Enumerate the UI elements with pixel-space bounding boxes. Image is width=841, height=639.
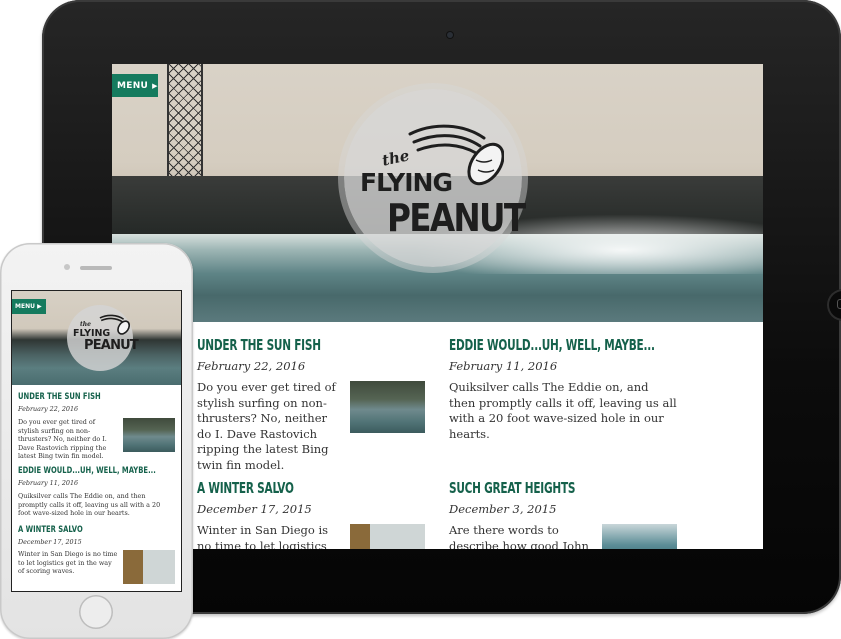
tablet-screen: the FLYING PEANUT MENU ▶ UNDER THE SUN FI…	[112, 64, 763, 549]
post-excerpt: Are there words to describe how good Joh…	[449, 523, 589, 549]
post-title[interactable]: UNDER THE SUN FISH	[197, 336, 378, 354]
logo-peanut-text: PEANUT	[84, 338, 139, 353]
post-excerpt: Quiksilver calls The Eddie on, and then …	[18, 492, 161, 518]
post-date: February 22, 2016	[197, 359, 306, 373]
post-date: February 11, 2016	[449, 359, 558, 373]
phone-device: the FLYING PEANUT MENU ▶ UNDER THE SUN F…	[0, 243, 193, 639]
post-thumbnail[interactable]	[350, 381, 425, 433]
lifeguard-tower-image	[167, 64, 203, 182]
post-thumbnail[interactable]	[602, 524, 677, 549]
post-title[interactable]: EDDIE WOULD...UH, WELL, MAYBE...	[449, 336, 655, 354]
post-thumbnail[interactable]	[123, 418, 175, 452]
post-excerpt: Winter in San Diego is no time to let lo…	[197, 523, 329, 549]
post-card[interactable]: EDDIE WOULD...UH, WELL, MAYBE... Februar…	[18, 466, 178, 517]
post-date: February 22, 2016	[18, 405, 79, 413]
menu-button[interactable]: MENU ▶	[112, 74, 158, 97]
menu-button-label: MENU	[15, 303, 35, 310]
menu-button-label: MENU	[117, 80, 149, 91]
post-excerpt: Do you ever get tired of stylish surfing…	[18, 418, 107, 461]
tablet-camera	[447, 32, 453, 38]
post-excerpt: Winter in San Diego is no time to let lo…	[18, 550, 118, 576]
post-title[interactable]: EDDIE WOULD...UH, WELL, MAYBE...	[18, 466, 156, 476]
post-date: December 3, 2015	[449, 502, 557, 516]
post-title[interactable]: A WINTER SALVO	[18, 525, 146, 535]
hero-image: the FLYING PEANUT MENU ▶	[112, 64, 763, 322]
post-title[interactable]: A WINTER SALVO	[197, 479, 378, 497]
post-thumbnail[interactable]	[123, 550, 175, 584]
menu-button[interactable]: MENU ▶	[12, 299, 46, 314]
post-date: February 11, 2016	[18, 479, 79, 487]
post-card[interactable]: UNDER THE SUN FISH February 22, 2016 Do …	[197, 336, 429, 472]
post-excerpt: Quiksilver calls The Eddie on, and then …	[449, 380, 677, 441]
post-title[interactable]: SUCH GREAT HEIGHTS	[449, 479, 630, 497]
post-date: December 17, 2015	[18, 538, 82, 546]
logo-peanut-text: PEANUT	[387, 196, 526, 240]
post-date: December 17, 2015	[197, 502, 312, 516]
post-card[interactable]: SUCH GREAT HEIGHTS December 3, 2015 Are …	[449, 479, 681, 549]
tablet-home-button[interactable]	[827, 289, 841, 321]
post-thumbnail[interactable]	[350, 524, 425, 549]
phone-home-button[interactable]	[79, 595, 113, 629]
post-card[interactable]: A WINTER SALVO December 17, 2015 Winter …	[18, 525, 178, 584]
logo-the-text: the	[80, 321, 91, 328]
post-card[interactable]: UNDER THE SUN FISH February 22, 2016 Do …	[18, 392, 178, 460]
phone-camera	[64, 264, 70, 270]
post-excerpt: Do you ever get tired of stylish surfing…	[197, 380, 336, 472]
post-title[interactable]: UNDER THE SUN FISH	[18, 392, 146, 402]
post-card[interactable]: A WINTER SALVO December 17, 2015 Winter …	[197, 479, 429, 549]
logo-flying-text: FLYING	[360, 168, 453, 197]
phone-screen: the FLYING PEANUT MENU ▶ UNDER THE SUN F…	[12, 291, 181, 591]
play-arrow-icon: ▶	[37, 303, 42, 310]
hero-image: the FLYING PEANUT MENU ▶	[12, 291, 181, 385]
post-card[interactable]: EDDIE WOULD...UH, WELL, MAYBE... Februar…	[449, 336, 681, 441]
play-arrow-icon: ▶	[152, 81, 158, 90]
phone-speaker	[80, 266, 112, 270]
